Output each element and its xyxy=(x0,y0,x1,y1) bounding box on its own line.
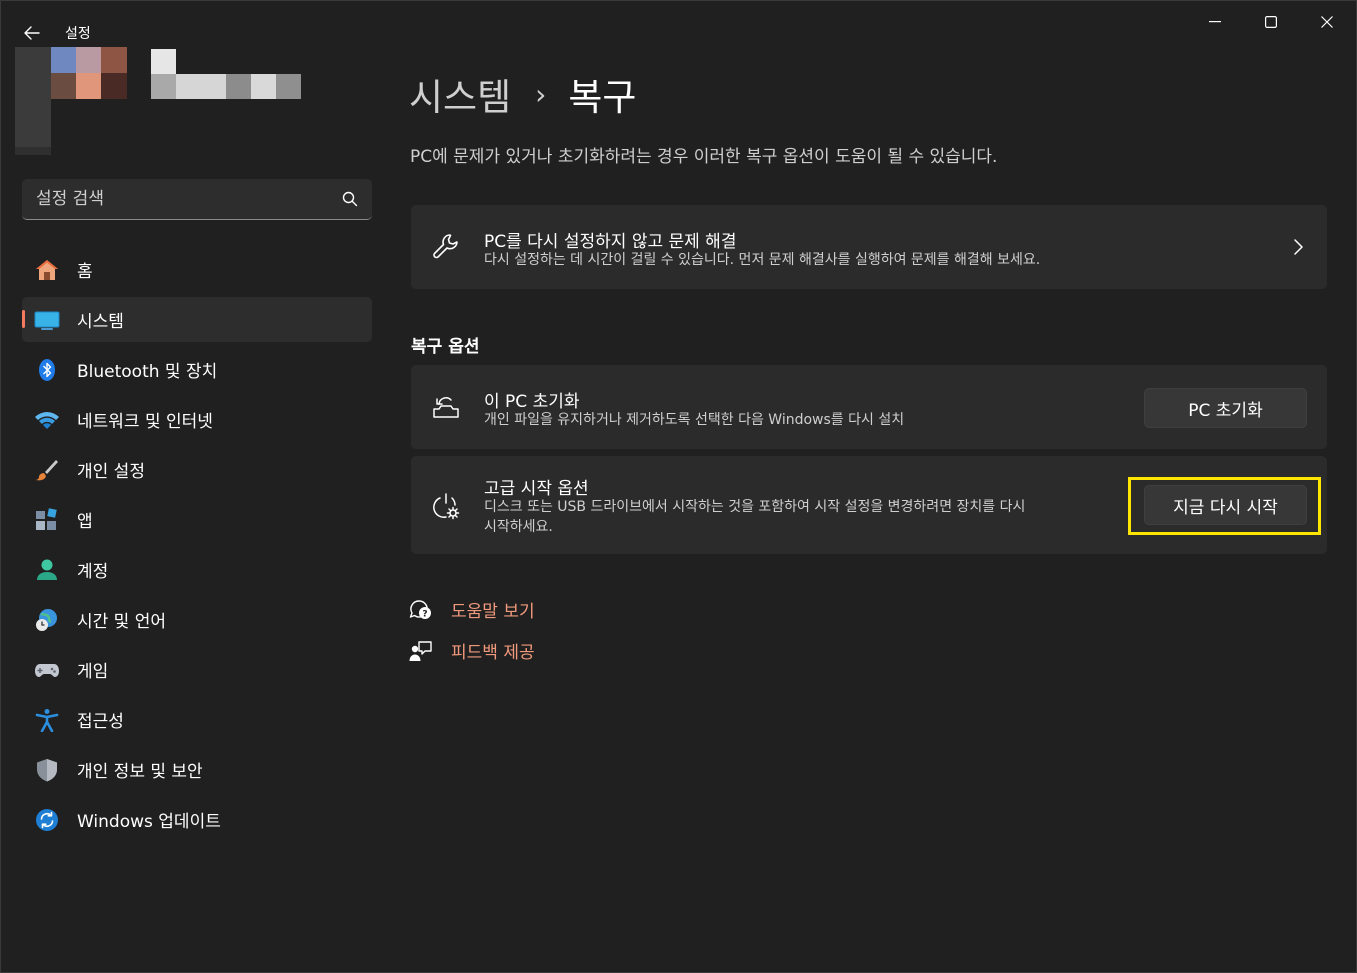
nav-item-accessibility[interactable]: 접근성 xyxy=(22,697,372,742)
nav-item-network[interactable]: 네트워크 및 인터넷 xyxy=(22,397,372,442)
advanced-startup-icon xyxy=(433,493,460,520)
get-help-label[interactable]: 도움말 보기 xyxy=(451,597,535,622)
svg-text:?: ? xyxy=(422,609,427,619)
minimize-button[interactable] xyxy=(1187,1,1243,43)
nav-item-time-language[interactable]: 시간 및 언어 xyxy=(22,597,372,642)
reset-pc-icon xyxy=(433,397,459,418)
nav-label: 홈 xyxy=(77,262,93,282)
nav-label: 계정 xyxy=(77,562,109,582)
account-avatar[interactable] xyxy=(15,47,127,155)
globe-clock-icon xyxy=(36,609,57,631)
settings-search-box[interactable] xyxy=(22,179,372,220)
nav-label: 시간 및 언어 xyxy=(77,612,167,632)
account-person-icon xyxy=(37,559,57,580)
bluetooth-icon xyxy=(39,359,55,381)
troubleshoot-subtitle: 다시 설정하는 데 시간이 걸릴 수 있습니다. 먼저 문제 해결사를 실행하여… xyxy=(484,252,1041,268)
nav-item-privacy-security[interactable]: 개인 정보 및 보안 xyxy=(22,747,372,792)
breadcrumb-separator: › xyxy=(535,77,547,111)
nav-label: Windows 업데이트 xyxy=(77,812,221,832)
advanced-startup-card: 고급 시작 옵션 디스크 또는 USB 드라이브에서 시작하는 것을 포함하여 … xyxy=(411,456,1327,554)
give-feedback-label[interactable]: 피드백 제공 xyxy=(451,638,535,663)
wifi-icon xyxy=(35,412,59,429)
reset-pc-subtitle: 개인 파일을 유지하거나 제거하도록 선택한 다음 Windows를 다시 설치 xyxy=(484,412,905,428)
nav-item-personalization[interactable]: 개인 설정 xyxy=(22,447,372,492)
page-description: PC에 문제가 있거나 초기화하려는 경우 이러한 복구 옵션이 도움이 될 수… xyxy=(410,147,998,167)
system-monitor-icon xyxy=(34,311,60,330)
feedback-person-icon xyxy=(409,640,432,661)
give-feedback-link[interactable]: 피드백 제공 xyxy=(409,638,535,663)
settings-window: 설정 설정 검색 홈 시스템 Bluetooth 및 장치 네트워크 및 인터넷… xyxy=(0,0,1357,973)
nav-label: Bluetooth 및 장치 xyxy=(77,362,218,382)
reset-pc-button[interactable]: PC 초기화 xyxy=(1144,388,1307,428)
breadcrumb-parent-system[interactable]: 시스템 xyxy=(409,67,511,121)
minimize-icon xyxy=(1209,21,1221,23)
nav-label: 시스템 xyxy=(77,312,124,332)
troubleshoot-title: PC를 다시 설정하지 않고 문제 해결 xyxy=(484,232,737,252)
chevron-right-icon xyxy=(1294,239,1303,255)
reset-pc-card: 이 PC 초기화 개인 파일을 유지하거나 제거하도록 선택한 다음 Windo… xyxy=(411,365,1327,449)
accessibility-icon xyxy=(35,709,59,732)
nav-label: 네트워크 및 인터넷 xyxy=(77,412,213,432)
breadcrumb: 시스템 › 복구 xyxy=(409,67,636,121)
nav-label: 접근성 xyxy=(77,712,124,732)
nav-item-gaming[interactable]: 게임 xyxy=(22,647,372,692)
restart-now-button[interactable]: 지금 다시 시작 xyxy=(1144,485,1307,525)
nav-item-apps[interactable]: 앱 xyxy=(22,497,372,542)
home-icon xyxy=(36,260,58,280)
paintbrush-icon xyxy=(36,460,58,481)
nav-item-bluetooth[interactable]: Bluetooth 및 장치 xyxy=(22,347,372,392)
advanced-startup-subtitle-line1: 디스크 또는 USB 드라이브에서 시작하는 것을 포함하여 시작 설정을 변경… xyxy=(484,499,1026,515)
close-icon xyxy=(1321,16,1333,28)
maximize-button[interactable] xyxy=(1243,1,1299,43)
reset-pc-title: 이 PC 초기화 xyxy=(484,392,580,412)
advanced-startup-subtitle-line2: 시작하세요. xyxy=(484,519,553,535)
nav-item-accounts[interactable]: 계정 xyxy=(22,547,372,592)
search-icon[interactable] xyxy=(342,191,358,207)
sidebar-nav: 홈 시스템 Bluetooth 및 장치 네트워크 및 인터넷 개인 설정 앱 … xyxy=(22,247,372,847)
nav-item-home[interactable]: 홈 xyxy=(22,247,372,292)
nav-label: 앱 xyxy=(77,512,93,532)
back-button[interactable] xyxy=(15,17,49,49)
arrow-left-icon xyxy=(24,26,40,40)
nav-label: 개인 설정 xyxy=(77,462,145,482)
page-title: 복구 xyxy=(568,76,637,119)
windows-update-icon xyxy=(36,809,58,831)
app-title: 설정 xyxy=(65,26,91,42)
section-title-recovery-options: 복구 옵션 xyxy=(411,337,480,357)
nav-item-windows-update[interactable]: Windows 업데이트 xyxy=(22,797,372,842)
wrench-icon xyxy=(433,234,458,259)
search-input[interactable] xyxy=(22,179,332,218)
help-chat-icon: ? xyxy=(409,599,431,619)
account-name-blurred xyxy=(151,49,301,99)
maximize-icon xyxy=(1265,16,1277,28)
nav-label: 게임 xyxy=(77,662,109,682)
gamepad-icon xyxy=(35,664,59,677)
title-bar: 설정 xyxy=(1,1,1356,47)
nav-item-system[interactable]: 시스템 xyxy=(22,297,372,342)
advanced-startup-title: 고급 시작 옵션 xyxy=(484,479,589,499)
apps-icon xyxy=(36,508,57,530)
get-help-link[interactable]: ? 도움말 보기 xyxy=(409,597,535,622)
close-button[interactable] xyxy=(1299,1,1355,43)
shield-icon xyxy=(37,759,57,782)
nav-label: 개인 정보 및 보안 xyxy=(77,762,203,782)
troubleshoot-card[interactable]: PC를 다시 설정하지 않고 문제 해결 다시 설정하는 데 시간이 걸릴 수 … xyxy=(411,205,1327,289)
